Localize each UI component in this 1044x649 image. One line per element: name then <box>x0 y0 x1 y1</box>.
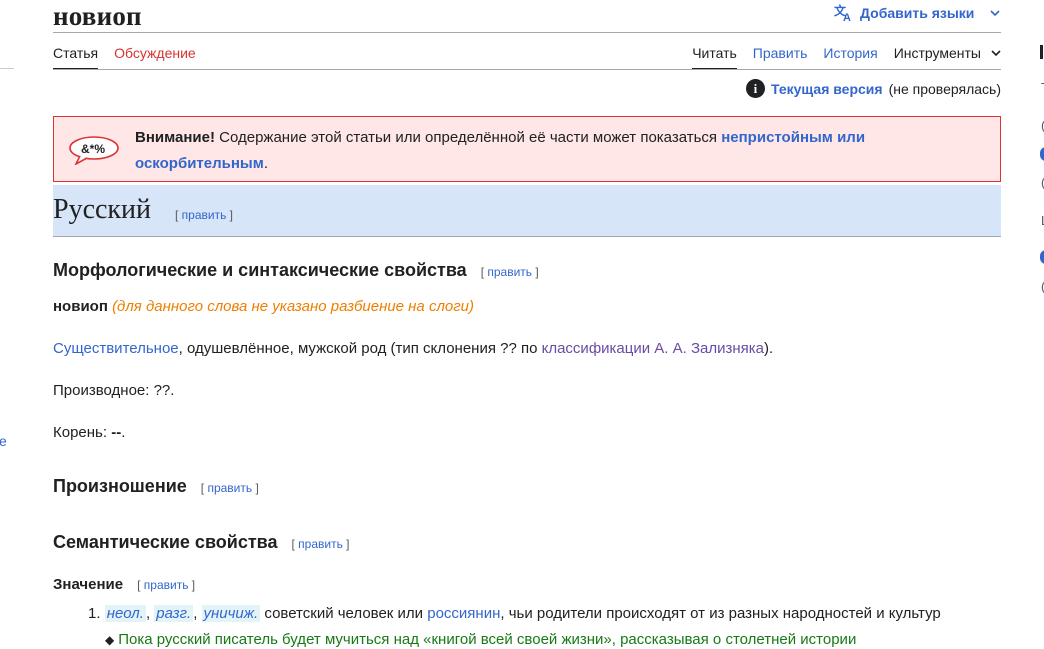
right-sidebar-radio[interactable] <box>1040 250 1044 264</box>
left-panel-link-fragment[interactable]: e <box>0 433 7 449</box>
example-text: Пока русский писатель будет мучиться над… <box>118 631 857 648</box>
pos-end: ). <box>764 340 774 357</box>
edit-section-link[interactable]: [ править ] <box>292 537 350 551</box>
edit-section-label[interactable]: править <box>144 578 189 592</box>
diamond-bullet-icon: ◆ <box>105 633 115 647</box>
edit-section-label[interactable]: править <box>207 481 252 495</box>
pronunciation-heading-row: Произношение [ править ] <box>53 476 259 497</box>
language-section-header: Русский [ править ] <box>53 185 1001 237</box>
meaning-heading: Значение <box>53 576 124 593</box>
label-colloquial[interactable]: разг. <box>154 605 194 622</box>
definition-number: 1. <box>88 605 101 622</box>
semantic-heading: Семантические свойства <box>53 532 278 552</box>
meaning-heading-row: Значение [ править ] <box>53 576 195 593</box>
tab-history[interactable]: История <box>823 45 877 69</box>
russian-citizen-link[interactable]: россиянин <box>427 605 500 622</box>
page-title: новиоп <box>53 1 142 31</box>
usage-example: ◆ Пока русский писатель будет мучиться на… <box>105 631 856 648</box>
version-status: (не проверялась) <box>888 80 1001 97</box>
root-value: -- <box>111 424 122 441</box>
right-sidebar-radio[interactable] <box>1040 147 1044 161</box>
title-divider <box>53 32 1001 33</box>
language-heading: Русский <box>53 194 151 225</box>
svg-text:A: A <box>843 12 851 22</box>
right-sidebar-bar <box>1040 45 1043 59</box>
pos-link[interactable]: Существительное <box>53 340 179 357</box>
pronunciation-heading: Произношение <box>53 476 187 496</box>
chevron-down-icon <box>990 10 1000 16</box>
current-version-link[interactable]: Текущая версия <box>771 81 883 97</box>
tab-article[interactable]: Статья <box>53 45 99 70</box>
tools-menu[interactable]: Инструменты <box>894 45 1001 69</box>
edit-section-label[interactable]: править <box>298 537 343 551</box>
warning-body: Содержание этой статьи или определённой … <box>214 129 722 146</box>
version-indicator: i Текущая версия (не проверялась) <box>745 79 1001 98</box>
namespace-tabs: Статья Обсуждение <box>53 45 196 70</box>
content-warning-box: &*% Внимание! Содержание этой статьи или… <box>53 116 1001 182</box>
tab-edit[interactable]: Править <box>753 45 808 69</box>
pos-text: , одушевлённое, мужской род (тип склонен… <box>178 340 542 357</box>
right-sidebar: T ( ( L ( <box>1036 0 1044 649</box>
definition-text: советский человек или <box>260 605 428 622</box>
left-panel-divider <box>0 68 14 69</box>
root-end: . <box>121 424 126 441</box>
definition-item: 1. неол., разг., уничиж. советский челов… <box>88 605 941 622</box>
edit-section-label[interactable]: править <box>487 265 532 279</box>
label-pejorative[interactable]: уничиж. <box>201 605 261 622</box>
root-line: Корень: --. <box>53 424 125 441</box>
morph-heading-row: Морфологические и синтаксические свойств… <box>53 260 539 281</box>
swearing-speech-bubble-icon: &*% <box>69 136 119 165</box>
tools-label: Инструменты <box>893 45 981 61</box>
definition-text-end: , чьи родители происходят от из разных н… <box>500 605 941 622</box>
semantic-heading-row: Семантические свойства [ править ] <box>53 532 350 553</box>
add-languages-button[interactable]: 文 A Добавить языки <box>834 4 1000 22</box>
swearing-symbols: &*% <box>81 142 105 156</box>
warning-text: Внимание! Содержание этой статьи или опр… <box>135 125 985 177</box>
tab-read[interactable]: Читать <box>692 45 737 70</box>
word-headword: новиоп <box>53 298 108 315</box>
warning-lead: Внимание! <box>135 129 215 146</box>
add-languages-label: Добавить языки <box>860 5 975 21</box>
syllable-note: (для данного слова не указано разбиение … <box>112 298 474 315</box>
info-icon: i <box>745 79 765 98</box>
edit-section-link[interactable]: [ править ] <box>201 481 259 495</box>
translate-icon: 文 A <box>834 4 851 22</box>
view-tabs: Читать Править История Инструменты <box>692 45 1001 70</box>
zaliznyak-link[interactable]: классификации А. А. Зализняка <box>542 340 764 357</box>
label-neologism[interactable]: неол. <box>104 605 146 622</box>
edit-section-link[interactable]: [ править ] <box>481 265 539 279</box>
part-of-speech-line: Существительное, одушевлённое, мужской р… <box>53 340 773 357</box>
derivative-line: Производное: ??. <box>53 382 175 399</box>
edit-section-link[interactable]: [ править ] <box>137 578 195 592</box>
tabs-divider <box>53 69 1001 70</box>
root-label: Корень: <box>53 424 112 441</box>
word-line: новиоп (для данного слова не указано раз… <box>53 298 474 315</box>
chevron-down-icon <box>991 50 1001 56</box>
tab-discussion[interactable]: Обсуждение <box>114 45 196 69</box>
edit-section-label[interactable]: править <box>182 208 227 222</box>
morph-heading: Морфологические и синтаксические свойств… <box>53 260 467 280</box>
edit-section-link[interactable]: [ править ] <box>175 208 233 222</box>
warning-tail: . <box>263 155 269 172</box>
